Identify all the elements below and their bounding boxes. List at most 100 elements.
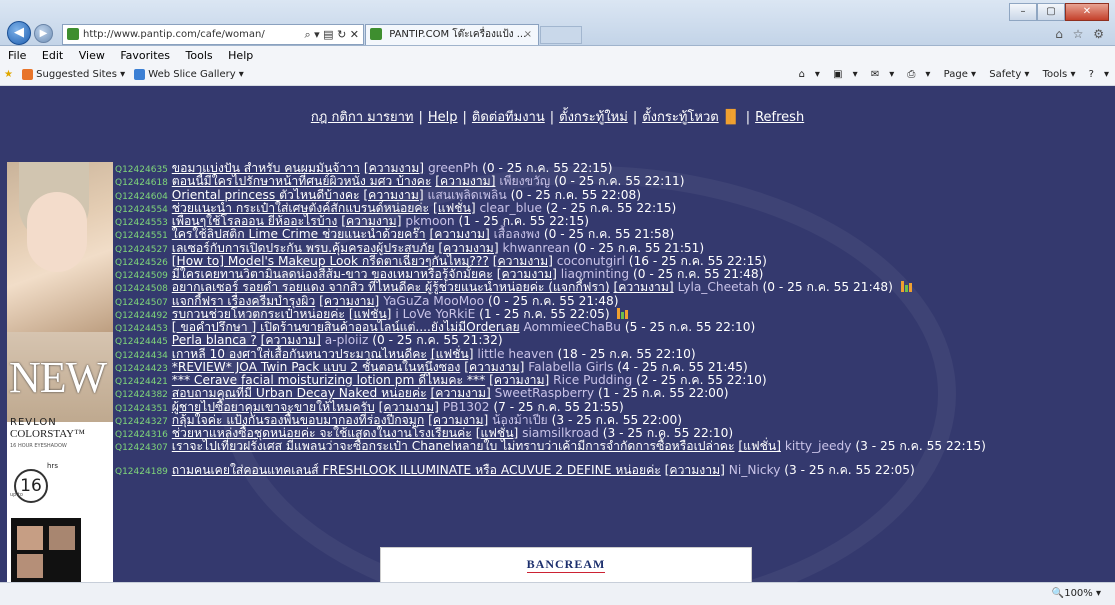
thread-title-link[interactable]: แจกกี้ฟรา เรื่องครีมบำรุงผิว (172, 294, 315, 308)
new-poll-link[interactable]: ตั้งกระทู้โหวต (642, 110, 719, 125)
address-tools[interactable]: ⌕ ▾ ▤ ↻ ✕ (305, 25, 360, 44)
help-link[interactable]: Help (428, 110, 458, 125)
web-slice-gallery-link[interactable]: Web Slice Gallery ▾ (148, 69, 244, 80)
new-tab-button[interactable] (540, 26, 582, 44)
thread-category-link[interactable]: [ความงาม] (430, 227, 490, 241)
menu-help[interactable]: Help (228, 49, 253, 62)
thread-category-link[interactable]: [ความงาม] (428, 413, 488, 427)
thread-category-link[interactable]: [ความงาม] (438, 241, 498, 255)
print-icon[interactable]: ⎙ ▾ (907, 69, 930, 80)
thread-category-link[interactable]: [แฟชั่น] (431, 347, 474, 361)
thread-meta: (0 - 25 ก.ค. 55 21:48) (488, 293, 619, 308)
mail-icon[interactable]: ✉ ▾ (871, 69, 894, 80)
thread-author: YaGuZa MooMoo (383, 293, 485, 308)
thread-title-link[interactable]: ถามคนเคยใส่คอนแทคเลนส์ FRESHLOOK ILLUMIN… (172, 463, 661, 477)
thread-row: Q12424351 ผู้ชายไปซื้อยาคุมเขาจะขายให้ไห… (115, 399, 1105, 414)
thread-id: Q12424604 (115, 191, 168, 202)
new-topic-link[interactable]: ตั้งกระทู้ใหม่ (559, 110, 628, 125)
thread-title-link[interactable]: ช่วยแนะนำ กระเป๋าใส่เศษตังค์สักแบรนด์หน่… (172, 201, 429, 215)
thread-category-link[interactable]: [ความงาม] (464, 360, 524, 374)
thread-id: Q12424492 (115, 310, 168, 321)
thread-category-link[interactable]: [ความงาม] (613, 280, 673, 294)
refresh-link[interactable]: Refresh (755, 110, 804, 125)
thread-category-link[interactable]: [ความงาม] (363, 188, 423, 202)
suggested-sites-link[interactable]: Suggested Sites ▾ (36, 69, 125, 80)
thread-title-link[interactable]: เลเซอร์กับการเปิดประกัน พรบ.คุ้มครองผู้ป… (172, 241, 435, 255)
thread-title-link[interactable]: [ ขอคำปรึกษา ] เปิดร้านขายสินค้าออนไลน์แ… (172, 320, 520, 334)
thread-author: coconutgirl (556, 253, 625, 268)
thread-meta: (0 - 25 ก.ค. 55 21:32) (372, 333, 503, 348)
feeds-icon[interactable]: ▣ ▾ (833, 69, 857, 80)
thread-category-link[interactable]: [ความงาม] (261, 333, 321, 347)
thread-title-link[interactable]: ช่วยหาแหล่งซื้อชุดหน่อยค่ะ จะใช้แสดงในงา… (172, 426, 472, 440)
thread-title-link[interactable]: มีใครเคยทานวิตามินลดน่องสีส้ม-ขาว ของเหม… (172, 267, 493, 281)
home-icon[interactable]: ⌂ ▾ (799, 69, 820, 80)
zoom-level[interactable]: 🔍100% ▾ (1052, 583, 1101, 605)
thread-title-link[interactable]: Perla blanca ? (172, 333, 257, 347)
revlon-ad[interactable]: NEW REVLON COLORSTAY™ 16 HOUR EYESHADOW … (7, 162, 113, 582)
rules-link[interactable]: กฎ กติกา มารยาท (311, 110, 414, 125)
pantip-page: กฎ กติกา มารยาท | Help | ติดต่อทีมงาน | ตั้งกร… (0, 86, 1115, 582)
thread-category-link[interactable]: [แฟชั่น] (738, 439, 781, 453)
bancream-banner[interactable]: BANCREAM (380, 547, 752, 582)
web-slice-icon (134, 68, 146, 80)
thread-title-link[interactable]: เพื่อนๆใช้โรลออน ยี่ห้ออะไรบ้าง (172, 214, 338, 228)
thread-author: little heaven (477, 346, 554, 361)
thread-title-link[interactable]: รบกวนช่วยโหวตกระเป๋าหน่อยค่ะ (172, 307, 345, 321)
menu-file[interactable]: File (8, 49, 26, 62)
thread-category-link[interactable]: [ความงาม] (493, 254, 553, 268)
help-icon[interactable]: ? ▾ (1089, 69, 1109, 80)
thread-category-link[interactable]: [ความงาม] (319, 294, 379, 308)
thread-title-link[interactable]: สอบถามคุณที่มี Urban Decay Naked หน่อยค่… (172, 386, 427, 400)
tab-close-icon[interactable]: × (524, 25, 532, 45)
thread-title-link[interactable]: กลุ้มใจค่ะ แป้งกันรองพื้นขอบมากองที่ร่อง… (172, 413, 424, 427)
tab-pantip[interactable]: PANTIP.COM โต๊ะเครื่องแป้ง ... × (365, 24, 539, 45)
thread-meta: (0 - 25 ก.ค. 55 21:48) (762, 280, 893, 295)
thread-title-link[interactable]: *** Cerave facial moisturizing lotion pm… (172, 373, 485, 387)
thread-title-link[interactable]: *REVIEW* JOA Twin Pack แบบ 2 ชั้นตอนในหน… (172, 360, 461, 374)
thread-row: Q12424434 เกาหลี 10 องศาใส่เสื้อกันหนาวป… (115, 346, 1105, 361)
thread-title-link[interactable]: เกาหลี 10 องศาใส่เสื้อกันหนาวประมาณไหนดี… (172, 347, 427, 361)
thread-title-link[interactable]: Oriental princess ตัวไหนดีบ้างคะ (172, 188, 360, 202)
thread-title-link[interactable]: เราจะไปเที่ยวฝรั่งเศส มีแพลนว่าจะซื้อกระ… (172, 439, 735, 453)
thread-category-link[interactable]: [ความงาม] (665, 463, 725, 477)
address-url[interactable]: http://www.pantip.com/cafe/woman/ (83, 25, 265, 44)
forward-button[interactable]: ▶ (34, 24, 53, 43)
thread-title-link[interactable]: อยากเลเซอร์ รอยดำ รอยแดง จากสิว ที่ไหนดี… (172, 280, 610, 294)
thread-meta: (18 - 25 ก.ค. 55 22:10) (557, 346, 696, 361)
contact-link[interactable]: ติดต่อทีมงาน (472, 110, 545, 125)
thread-meta: (4 - 25 ก.ค. 55 21:45) (617, 359, 748, 374)
menu-favorites[interactable]: Favorites (120, 49, 170, 62)
close-window-button[interactable]: ✕ (1065, 3, 1109, 21)
thread-category-link[interactable]: [ความงาม] (489, 373, 549, 387)
thread-category-link[interactable]: [ความงาม] (341, 214, 401, 228)
address-bar[interactable]: http://www.pantip.com/cafe/woman/ ⌕ ▾ ▤ … (62, 24, 364, 45)
thread-meta: (7 - 25 ก.ค. 55 21:55) (493, 399, 624, 414)
thread-row: Q12424604 Oriental princess ตัวไหนดีบ้าง… (115, 188, 1105, 202)
thread-category-link[interactable]: [แฟชั่น] (433, 201, 476, 215)
thread-category-link[interactable]: [ความงาม] (497, 267, 557, 281)
thread-category-link[interactable]: [ความงาม] (431, 386, 491, 400)
thread-category-link[interactable]: [ความงาม] (379, 400, 439, 414)
menu-edit[interactable]: Edit (42, 49, 63, 62)
poll-bars-icon: ▐▌ (720, 110, 741, 125)
tools-menu[interactable]: Tools ▾ (1043, 69, 1076, 80)
thread-category-link[interactable]: [ความงาม] (435, 174, 495, 188)
menu-tools[interactable]: Tools (186, 49, 213, 62)
thread-category-link[interactable]: [แฟชั่น] (476, 426, 519, 440)
menu-view[interactable]: View (79, 49, 105, 62)
thread-title-link[interactable]: ตอนนี้มีใครไปรักษาหน้าที่ศนย์ผิวหนัง มศว… (172, 174, 432, 188)
page-menu[interactable]: Page ▾ (944, 69, 976, 80)
maximize-button[interactable]: ▢ (1037, 3, 1065, 21)
thread-category-link[interactable]: [ความงาม] (364, 161, 424, 175)
safety-menu[interactable]: Safety ▾ (989, 69, 1029, 80)
back-button[interactable]: ◀ (7, 21, 31, 45)
home-favorites-tools-icons[interactable]: ⌂ ☆ ⚙ (1055, 27, 1107, 41)
minimize-button[interactable]: – (1009, 3, 1037, 21)
thread-title-link[interactable]: ขอมาแบ่งปัน สำหรับ คนผมมันจ้าาา (172, 161, 360, 175)
thread-title-link[interactable]: ใครใช้ลิปสติก Lime Crime ช่วยแนะนำด้วยคร… (172, 227, 426, 241)
favorites-star-icon[interactable]: ★ (4, 69, 13, 80)
thread-title-link[interactable]: ผู้ชายไปซื้อยาคุมเขาจะขายให้ไหมครับ (172, 400, 375, 414)
thread-category-link[interactable]: [แฟชั่น] (349, 307, 392, 321)
thread-title-link[interactable]: [How to] Model's Makeup Look กรีดตาเฉี่ย… (172, 254, 489, 268)
